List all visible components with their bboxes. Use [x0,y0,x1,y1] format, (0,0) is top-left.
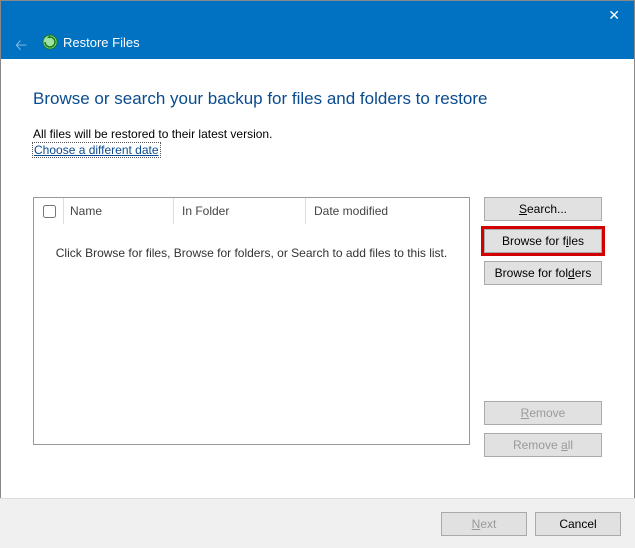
browse-folders-button[interactable]: Browse for folders [484,261,602,285]
footer: Next Cancel [0,498,635,548]
content-area: Browse or search your backup for files a… [1,59,634,457]
files-list: Name In Folder Date modified Click Brows… [33,197,470,445]
empty-list-hint: Click Browse for files, Browse for folde… [34,224,469,260]
choose-date-link[interactable]: Choose a different date [33,143,160,157]
side-buttons: Search... Browse for files Browse for fo… [484,197,602,457]
select-all-checkbox[interactable] [43,205,56,218]
column-checkbox[interactable] [34,198,64,224]
cancel-button[interactable]: Cancel [535,512,621,536]
window-title: Restore Files [63,35,140,50]
titlebar: ✕ 🡠 Restore Files [1,1,634,59]
column-date-modified[interactable]: Date modified [306,204,469,218]
next-button: Next [441,512,527,536]
remove-all-button: Remove all [484,433,602,457]
page-heading: Browse or search your backup for files a… [33,89,602,109]
app-icon [41,33,59,51]
remove-button: Remove [484,401,602,425]
list-header: Name In Folder Date modified [34,198,469,224]
search-button[interactable]: Search... [484,197,602,221]
back-icon[interactable]: 🡠 [15,35,27,60]
column-name[interactable]: Name [64,198,174,224]
version-note: All files will be restored to their late… [33,127,602,141]
browse-files-button[interactable]: Browse for files [484,229,602,253]
column-in-folder[interactable]: In Folder [174,198,306,224]
close-icon[interactable]: ✕ [608,7,620,24]
